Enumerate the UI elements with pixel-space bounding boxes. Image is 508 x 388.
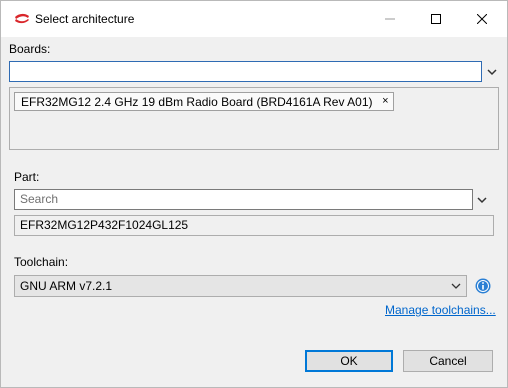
board-chip-label: EFR32MG12 2.4 GHz 19 dBm Radio Board (BR… (21, 95, 373, 109)
chevron-down-icon[interactable] (485, 65, 499, 79)
app-logo-icon (15, 13, 29, 24)
ok-button[interactable]: OK (305, 350, 393, 372)
selected-boards-area: EFR32MG12 2.4 GHz 19 dBm Radio Board (BR… (9, 87, 499, 150)
toolchain-selected-value: GNU ARM v7.2.1 (20, 279, 113, 293)
cancel-button[interactable]: Cancel (403, 350, 493, 372)
select-architecture-dialog: Select architecture Boards: EFR32MG12 2.… (0, 0, 508, 388)
toolchain-label: Toolchain: (14, 255, 69, 269)
part-value-field: EFR32MG12P432F1024GL125 (14, 215, 494, 236)
minimize-icon (385, 18, 395, 20)
manage-toolchains-link[interactable]: Manage toolchains... (385, 303, 496, 317)
remove-board-icon[interactable]: × (382, 93, 388, 109)
chevron-down-icon[interactable] (475, 193, 489, 207)
part-label: Part: (14, 170, 40, 184)
chevron-down-icon (451, 283, 461, 289)
info-icon[interactable] (475, 278, 491, 294)
boards-label: Boards: (9, 42, 51, 56)
close-icon (477, 14, 487, 24)
title-bar: Select architecture (1, 1, 507, 37)
toolchain-select[interactable]: GNU ARM v7.2.1 (14, 275, 467, 297)
window-title: Select architecture (35, 12, 135, 26)
boards-search-input[interactable] (9, 61, 482, 82)
close-button[interactable] (459, 1, 505, 37)
minimize-button[interactable] (367, 1, 413, 37)
maximize-icon (431, 14, 441, 24)
part-search-input[interactable]: Search (14, 189, 473, 210)
maximize-button[interactable] (413, 1, 459, 37)
board-chip: EFR32MG12 2.4 GHz 19 dBm Radio Board (BR… (14, 92, 394, 111)
